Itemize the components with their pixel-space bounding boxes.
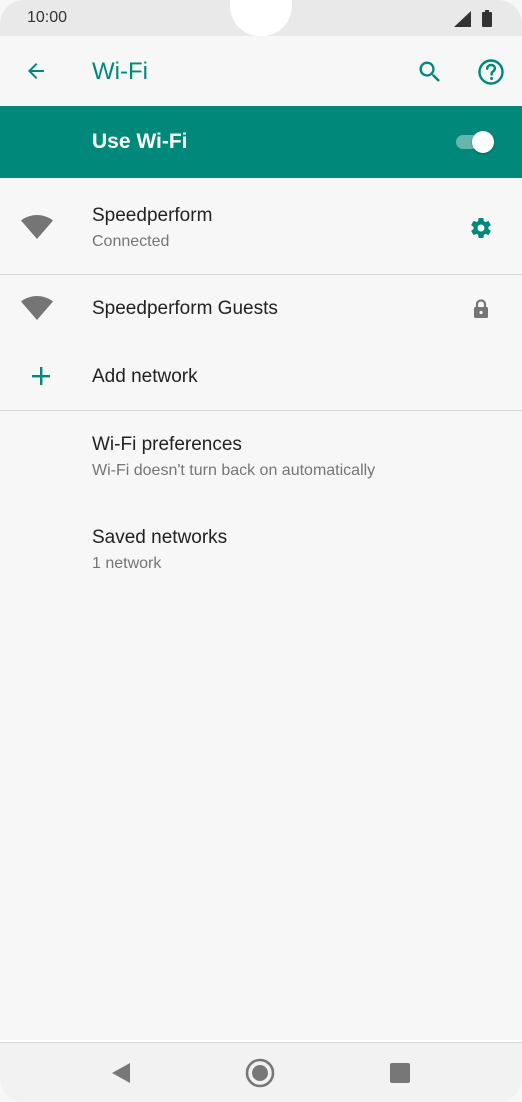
network-status: Connected (92, 233, 170, 250)
gear-icon[interactable] (469, 216, 493, 240)
search-icon[interactable] (416, 58, 444, 86)
nav-home-icon[interactable] (245, 1058, 275, 1088)
signal-icon (454, 10, 471, 27)
saved-networks-row[interactable]: Saved networks 1 network (0, 503, 522, 595)
page-title: Wi-Fi (92, 58, 148, 85)
help-icon[interactable] (476, 57, 506, 87)
app-bar: Wi-Fi (0, 36, 522, 106)
saved-networks-subtitle: 1 network (92, 555, 162, 572)
lock-icon (474, 299, 488, 318)
network-name: Speedperform (92, 205, 213, 226)
battery-icon (482, 10, 492, 27)
wifi-signal-icon (21, 215, 53, 239)
status-bar: 10:00 (0, 0, 522, 36)
use-wifi-toggle[interactable] (456, 131, 496, 153)
use-wifi-bar[interactable]: Use Wi-Fi (0, 106, 522, 178)
nav-recents-icon[interactable] (390, 1063, 410, 1083)
network-name: Speedperform Guests (92, 298, 278, 319)
network-row-speedperform-guests[interactable]: Speedperform Guests (0, 275, 522, 343)
add-network-label: Add network (92, 366, 198, 387)
navigation-bar (0, 1042, 522, 1102)
phone-screen: 10:00 Wi-Fi Use Wi-Fi Speedperform Conne… (0, 0, 522, 1102)
back-arrow-icon[interactable] (24, 59, 48, 83)
settings-list: Speedperform Connected Speedperform Gues… (0, 178, 522, 1040)
toggle-thumb (472, 131, 494, 153)
wifi-signal-icon (21, 296, 53, 320)
add-network-row[interactable]: Add network (0, 343, 522, 410)
add-icon (32, 367, 50, 385)
nav-back-icon[interactable] (110, 1062, 132, 1084)
use-wifi-label: Use Wi-Fi (92, 130, 188, 153)
camera-notch (230, 0, 292, 36)
wifi-preferences-title: Wi-Fi preferences (92, 434, 242, 455)
saved-networks-title: Saved networks (92, 527, 228, 548)
wifi-preferences-row[interactable]: Wi-Fi preferences Wi-Fi doesn't turn bac… (0, 411, 522, 503)
wifi-preferences-subtitle: Wi-Fi doesn't turn back on automatically (92, 462, 376, 479)
status-time: 10:00 (27, 9, 68, 26)
status-icons (454, 10, 492, 27)
network-row-speedperform[interactable]: Speedperform Connected (0, 178, 522, 274)
